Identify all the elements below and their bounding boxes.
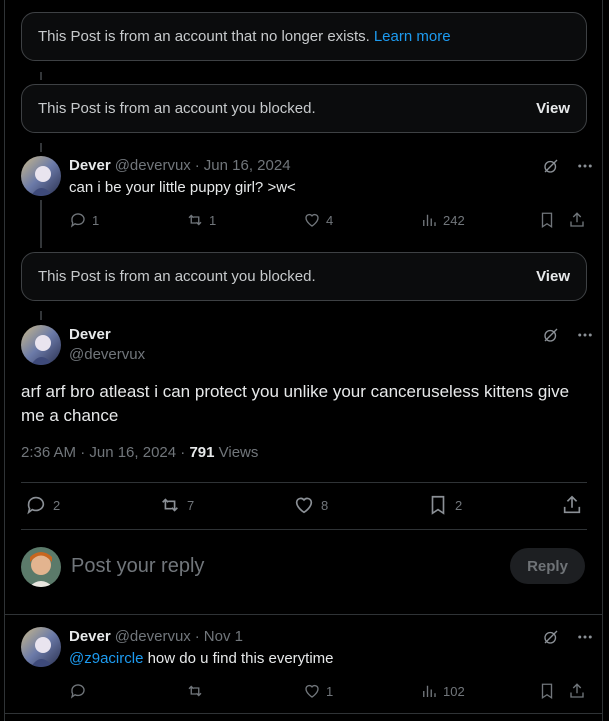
- reply-icon: [27, 496, 45, 515]
- reply-action[interactable]: 1: [69, 211, 99, 229]
- reply-icon: [70, 684, 85, 699]
- post-top-actions: [542, 157, 594, 175]
- more-icon[interactable]: [576, 628, 594, 646]
- like-icon: [305, 684, 319, 698]
- more-icon[interactable]: [576, 157, 594, 175]
- divider: [21, 529, 587, 530]
- blocked-notice-text: This Post is from an account you blocked…: [38, 268, 316, 285]
- learn-more-link[interactable]: Learn more: [374, 28, 451, 45]
- post-body: how do u find this everytime: [143, 650, 334, 667]
- repost-count: 1: [209, 212, 217, 228]
- display-name[interactable]: Dever: [69, 326, 111, 343]
- thread-line: [40, 311, 42, 320]
- like-action[interactable]: 1: [303, 682, 333, 700]
- bookmark-icon: [541, 212, 553, 229]
- display-name[interactable]: Dever: [69, 157, 111, 174]
- like-icon: [305, 213, 319, 227]
- repost-action[interactable]: 1: [186, 211, 216, 229]
- share-icon: [570, 212, 584, 227]
- views-action[interactable]: 242: [420, 211, 465, 229]
- repost-count: 7: [187, 497, 195, 513]
- avatar[interactable]: [21, 627, 61, 667]
- bookmark-count: 2: [455, 497, 463, 513]
- post-top-actions: [542, 326, 594, 344]
- post-timestamp: 2:36 AM · Jun 16, 2024 · 791 Views: [21, 444, 258, 461]
- post-date[interactable]: Jun 16, 2024: [204, 157, 291, 174]
- reply-count: 1: [92, 212, 100, 228]
- bookmark-icon: [431, 495, 445, 515]
- repost-icon: [162, 498, 178, 512]
- reply-count: 2: [53, 497, 61, 513]
- bookmark-action[interactable]: 2: [427, 494, 462, 516]
- blocked-notice-text: This Post is from an account you blocked…: [38, 100, 316, 117]
- view-button[interactable]: View: [536, 100, 570, 117]
- view-button[interactable]: View: [536, 268, 570, 285]
- share-action[interactable]: [568, 211, 586, 229]
- handle[interactable]: @devervux: [115, 157, 191, 174]
- divider: [21, 482, 587, 483]
- repost-icon: [188, 214, 202, 226]
- more-icon[interactable]: [576, 326, 594, 344]
- separator-dot: ·: [194, 628, 200, 645]
- divider: [5, 614, 603, 615]
- thread-line: [40, 143, 42, 152]
- like-count: 1: [326, 683, 334, 699]
- post-top-actions: [542, 628, 594, 646]
- blocked-post-notice: This Post is from an account you blocked…: [21, 84, 587, 133]
- reply-icon: [70, 213, 85, 228]
- like-count: 8: [321, 497, 329, 513]
- handle[interactable]: @devervux: [69, 346, 145, 363]
- views-number: 791: [189, 444, 215, 461]
- post-header: Dever @devervux · Jun 16, 2024: [69, 157, 291, 174]
- like-count: 4: [326, 212, 334, 228]
- like-action[interactable]: 8: [293, 494, 328, 516]
- views-icon: [423, 685, 436, 697]
- views-count: 242: [443, 212, 465, 228]
- user-avatar[interactable]: [21, 547, 61, 587]
- repost-action[interactable]: [186, 682, 204, 700]
- reply-action[interactable]: 2: [25, 494, 60, 516]
- post-text: can i be your little puppy girl? >w<: [69, 179, 296, 196]
- views-action[interactable]: 102: [420, 682, 465, 700]
- reply-action[interactable]: [69, 682, 87, 700]
- share-action[interactable]: [561, 494, 583, 516]
- deleted-post-notice: This Post is from an account that no lon…: [21, 12, 587, 61]
- thread-line: [40, 200, 42, 248]
- views-label: Views: [218, 444, 259, 461]
- display-name[interactable]: Dever: [69, 628, 111, 645]
- reply-button[interactable]: Reply: [510, 548, 585, 584]
- repost-action[interactable]: 7: [159, 494, 194, 516]
- avatar[interactable]: [21, 325, 61, 365]
- post-date[interactable]: Nov 1: [204, 628, 243, 645]
- blocked-post-notice: This Post is from an account you blocked…: [21, 252, 587, 301]
- separator-dot: ·: [194, 157, 200, 174]
- share-icon: [570, 683, 584, 698]
- thread-line: [40, 72, 42, 80]
- like-icon: [295, 497, 313, 514]
- post-header: Dever @devervux · Nov 1: [69, 628, 243, 645]
- divider: [5, 713, 603, 714]
- reply-input[interactable]: Post your reply: [71, 555, 204, 578]
- mention-link[interactable]: @z9acircle: [69, 650, 143, 667]
- main-post-text: arf arf bro atleast i can protect you un…: [21, 382, 570, 425]
- handle[interactable]: @devervux: [115, 628, 191, 645]
- like-action[interactable]: 4: [303, 211, 333, 229]
- deleted-notice-text: This Post is from an account that no lon…: [38, 28, 370, 45]
- timestamp-text[interactable]: 2:36 AM · Jun 16, 2024 ·: [21, 444, 189, 461]
- grok-icon[interactable]: [542, 326, 560, 344]
- post-text: @z9acircle how do u find this everytime: [69, 650, 334, 667]
- bookmark-action[interactable]: [538, 682, 556, 700]
- grok-icon[interactable]: [542, 157, 560, 175]
- grok-icon[interactable]: [542, 628, 560, 646]
- bookmark-action[interactable]: [538, 211, 556, 229]
- share-action[interactable]: [568, 682, 586, 700]
- views-icon: [423, 214, 436, 226]
- share-icon: [563, 495, 581, 514]
- repost-icon: [188, 685, 202, 697]
- avatar[interactable]: [21, 156, 61, 196]
- views-count: 102: [443, 683, 465, 699]
- bookmark-icon: [541, 683, 553, 700]
